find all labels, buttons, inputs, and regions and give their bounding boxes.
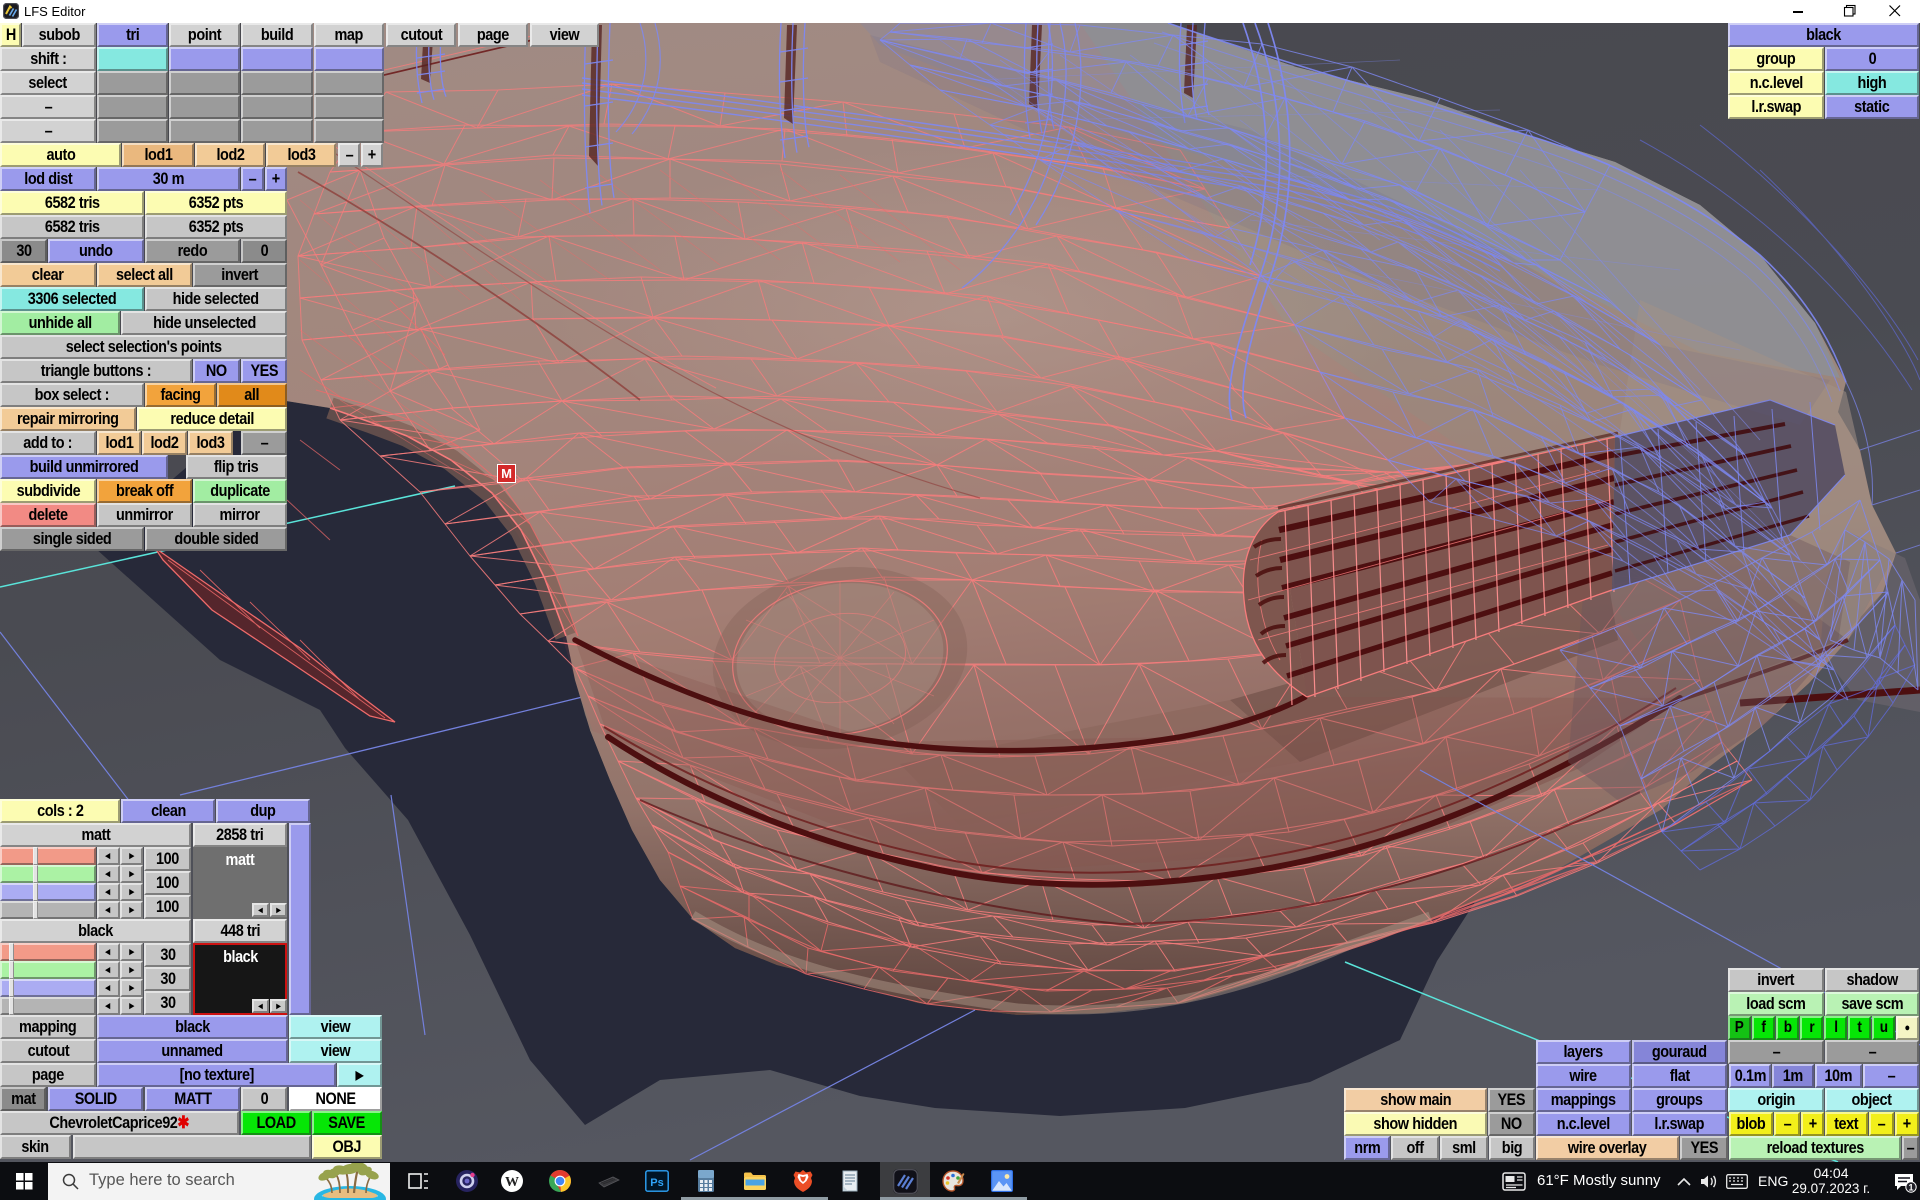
svg-text:1: 1 [1908, 1182, 1913, 1192]
svg-text:Ps: Ps [650, 1177, 663, 1189]
svg-text:W: W [505, 1175, 519, 1190]
